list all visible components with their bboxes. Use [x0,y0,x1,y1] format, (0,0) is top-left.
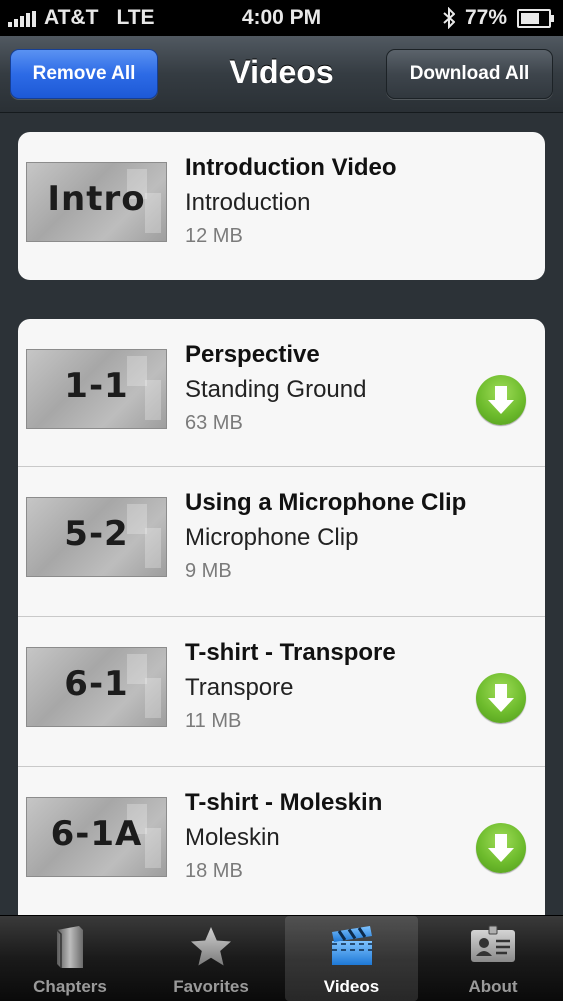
thumbnail-label: 6-1 [64,664,129,704]
status-bar: AT&T LTE 4:00 PM 77% [0,0,563,36]
video-subtitle: Microphone Clip [185,524,359,551]
video-title: Perspective [185,341,320,368]
video-group-chapters: 1-1 Perspective Standing Ground 63 MB 5-… [18,319,545,915]
book-icon [56,926,83,968]
video-thumbnail: 6-1 [26,647,167,727]
video-subtitle: Moleskin [185,824,280,851]
tab-label: Videos [323,977,380,996]
video-list[interactable]: Intro Introduction Video Introduction 12… [0,113,563,915]
video-group-intro: Intro Introduction Video Introduction 12… [18,132,545,280]
download-button[interactable] [476,375,526,425]
navigation-bar: Remove All Videos Download All [0,36,563,113]
tab-about[interactable]: About [423,916,563,1001]
video-subtitle: Introduction [185,189,311,216]
video-row[interactable]: 6-1A T-shirt - Moleskin Moleskin 18 MB [18,767,545,915]
battery-percent: 77% [464,6,507,29]
video-size: 12 MB [185,225,243,247]
video-row[interactable]: 1-1 Perspective Standing Ground 63 MB [18,319,545,467]
video-thumbnail: Intro [26,162,167,242]
video-title: Using a Microphone Clip [185,489,467,516]
video-subtitle: Transpore [185,674,294,701]
video-size: 63 MB [185,412,243,434]
tab-favorites[interactable]: Favorites [141,916,281,1001]
video-row[interactable]: 6-1 T-shirt - Transpore Transpore 11 MB [18,617,545,767]
tab-label: Chapters [33,977,107,996]
video-title: T-shirt - Moleskin [185,789,383,816]
thumbnail-label: 5-2 [64,514,129,554]
tab-chapters[interactable]: Chapters [0,916,140,1001]
video-size: 11 MB [185,710,242,732]
video-row[interactable]: 5-2 Using a Microphone Clip Microphone C… [18,467,545,617]
clapperboard-icon [331,926,372,965]
video-title: T-shirt - Transpore [185,639,396,666]
download-arrow-icon [488,834,514,862]
star-icon [191,927,231,966]
battery-icon [517,8,554,28]
video-size: 9 MB [185,560,232,582]
video-thumbnail: 5-2 [26,497,167,577]
id-card-icon [471,925,515,962]
tab-videos[interactable]: Videos [285,916,418,1001]
bluetooth-icon [443,7,455,29]
thumbnail-label: Intro [47,179,146,219]
download-all-button[interactable]: Download All [386,49,553,99]
download-arrow-icon [488,386,514,414]
video-title: Introduction Video [185,154,397,181]
video-thumbnail: 6-1A [26,797,167,877]
video-row[interactable]: Intro Introduction Video Introduction 12… [18,132,545,280]
tab-label: Favorites [173,977,249,996]
download-button[interactable] [476,823,526,873]
thumbnail-label: 1-1 [64,366,129,406]
download-button[interactable] [476,673,526,723]
video-thumbnail: 1-1 [26,349,167,429]
tab-label: About [468,977,518,996]
video-subtitle: Standing Ground [185,376,367,403]
tab-bar: Chapters Favorites Videos About [0,915,563,1001]
video-size: 18 MB [185,860,243,882]
thumbnail-label: 6-1A [50,814,143,854]
download-arrow-icon [488,684,514,712]
